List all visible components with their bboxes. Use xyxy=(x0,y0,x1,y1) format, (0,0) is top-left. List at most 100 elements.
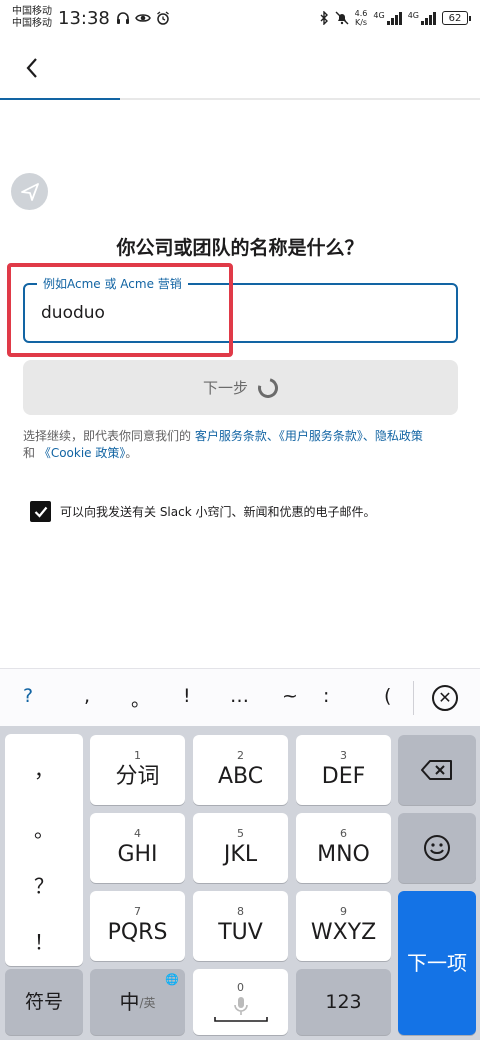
progress-fill xyxy=(0,98,120,100)
symbol-key[interactable]: 符号 xyxy=(5,969,83,1035)
delete-key[interactable] xyxy=(398,735,476,805)
backspace-icon xyxy=(421,760,452,780)
net-speed-unit: K/s xyxy=(354,18,368,27)
key-number: 9 xyxy=(340,905,347,918)
terms-sep-2: 、 xyxy=(362,429,375,443)
punct-question[interactable]: ? xyxy=(23,685,33,707)
signal-bar xyxy=(425,18,428,25)
signal-bar xyxy=(429,15,432,25)
key-3[interactable]: 3 DEF xyxy=(296,735,391,805)
left-punct-exclaim[interactable]: ！ xyxy=(5,926,83,955)
globe-icon: 🌐 xyxy=(165,973,179,986)
alarm-icon xyxy=(156,11,169,25)
punct-exclaim[interactable]: ! xyxy=(183,685,191,707)
key-label: GHI xyxy=(117,842,158,867)
terms-sep-1: 、 xyxy=(266,429,279,443)
checkmark-icon xyxy=(34,506,47,518)
key-number: 3 xyxy=(340,749,347,762)
key-5[interactable]: 5 JKL xyxy=(193,813,288,883)
signal-bar xyxy=(394,15,398,25)
close-keyboard-icon[interactable]: ✕ xyxy=(432,685,458,711)
next-step-button[interactable]: 下一步 xyxy=(23,360,458,415)
mute-bell-icon xyxy=(335,11,349,25)
carrier-1: 中国移动 xyxy=(12,6,52,17)
consent-checkbox[interactable] xyxy=(30,501,51,522)
status-icons-right: 4.6 K/s 4G 4G 62 xyxy=(319,9,471,27)
chevron-left-icon xyxy=(26,58,37,78)
header xyxy=(0,36,480,100)
bluetooth-icon xyxy=(320,11,328,25)
key-label: 分词 xyxy=(115,764,160,789)
numeric-key[interactable]: 123 xyxy=(296,969,391,1035)
back-button[interactable] xyxy=(18,54,46,82)
key-9[interactable]: 9 WXYZ xyxy=(296,891,391,961)
privacy-policy-link[interactable]: 隐私政策 xyxy=(375,429,423,443)
status-bar: 中国移动 中国移动 13:38 4.6 K/s 4G 4G 62 xyxy=(0,0,480,36)
key-label: DEF xyxy=(321,764,366,789)
lang-sub-label: /英 xyxy=(139,995,156,1010)
numeric-label: 123 xyxy=(325,991,362,1013)
space-key[interactable]: 0 xyxy=(193,969,288,1035)
punct-paren[interactable]: ( xyxy=(384,685,391,707)
email-consent: 可以向我发送有关 Slack 小窍门、新闻和优惠的电子邮件。 xyxy=(30,501,375,522)
eye-icon xyxy=(135,14,151,22)
terms-prefix: 选择继续，即代表你同意我们的 xyxy=(23,429,195,443)
net-speed-value: 4.6 xyxy=(354,9,368,18)
punct-comma[interactable]: , xyxy=(84,685,90,707)
key-7[interactable]: 7 PQRS xyxy=(90,891,185,961)
key-2[interactable]: 2 ABC xyxy=(193,735,288,805)
key-4[interactable]: 4 GHI xyxy=(90,813,185,883)
left-punct-question[interactable]: ？ xyxy=(5,870,83,899)
signal-bar xyxy=(421,21,424,25)
user-terms-link[interactable]: 《用户服务条款》 xyxy=(279,429,363,443)
carrier-info: 中国移动 中国移动 xyxy=(12,6,52,30)
network-speed: 4.6 K/s xyxy=(355,9,368,27)
key-label: ABC xyxy=(217,764,264,789)
emoji-icon xyxy=(424,835,450,861)
signal-bar xyxy=(386,21,390,25)
space-bar-icon xyxy=(213,1017,268,1022)
candidate-divider xyxy=(413,681,414,715)
signal-bar xyxy=(433,12,436,25)
terms-and: 和 xyxy=(23,446,39,460)
key-label: MNO xyxy=(317,842,370,867)
battery-indicator: 62 xyxy=(442,11,471,25)
key-1[interactable]: 1 分词 xyxy=(90,735,185,805)
left-punct-comma[interactable]: ， xyxy=(5,754,83,783)
enter-next-key[interactable]: 下一项 xyxy=(398,891,476,1035)
key-6[interactable]: 6 MNO xyxy=(296,813,391,883)
keyboard-candidate-bar: ? , 。 ! … ~ : ( ✕ xyxy=(0,668,480,726)
signal-bar xyxy=(390,18,394,25)
next-step-label: 下一步 xyxy=(202,379,248,397)
symbol-label: 符号 xyxy=(24,991,63,1013)
customer-terms-link[interactable]: 客户服务条款 xyxy=(195,429,267,443)
signal-2-type: 4G xyxy=(407,11,419,20)
page-title: 你公司或团队的名称是什么？ xyxy=(116,237,364,259)
key-number: 5 xyxy=(237,827,244,840)
headphones-icon xyxy=(116,12,129,24)
space-number: 0 xyxy=(237,981,244,994)
punct-ellipsis[interactable]: … xyxy=(230,685,249,707)
carrier-2: 中国移动 xyxy=(12,18,52,29)
left-punct-period[interactable]: 。 xyxy=(5,814,83,843)
key-number: 2 xyxy=(237,749,244,762)
emoji-key[interactable] xyxy=(398,813,476,883)
clock: 13:38 xyxy=(58,7,110,29)
punctuation-column[interactable]: ， 。 ？ ！ xyxy=(5,734,83,966)
key-number: 7 xyxy=(134,905,141,918)
loading-spinner-icon xyxy=(254,373,282,402)
signal-1-type: 4G xyxy=(373,11,385,20)
cookie-policy-link[interactable]: 《Cookie 政策》 xyxy=(39,446,126,460)
consent-label: 可以向我发送有关 Slack 小窍门、新闻和优惠的电子邮件。 xyxy=(60,505,376,519)
highlight-annotation xyxy=(7,263,233,357)
key-number: 6 xyxy=(340,827,347,840)
key-8[interactable]: 8 TUV xyxy=(193,891,288,961)
keyboard: ， 。 ？ ！ 1 分词 2 ABC 3 DEF 4 GHI 5 JKL 6 M… xyxy=(0,726,480,1040)
lang-main-label: 中 xyxy=(119,990,140,1014)
language-toggle-key[interactable]: 🌐 中 /英 xyxy=(90,969,185,1035)
punct-tilde[interactable]: ~ xyxy=(282,685,298,707)
punct-colon[interactable]: : xyxy=(323,685,329,707)
punct-period[interactable]: 。 xyxy=(131,685,150,712)
key-number: 8 xyxy=(237,905,244,918)
key-number: 1 xyxy=(134,749,141,762)
